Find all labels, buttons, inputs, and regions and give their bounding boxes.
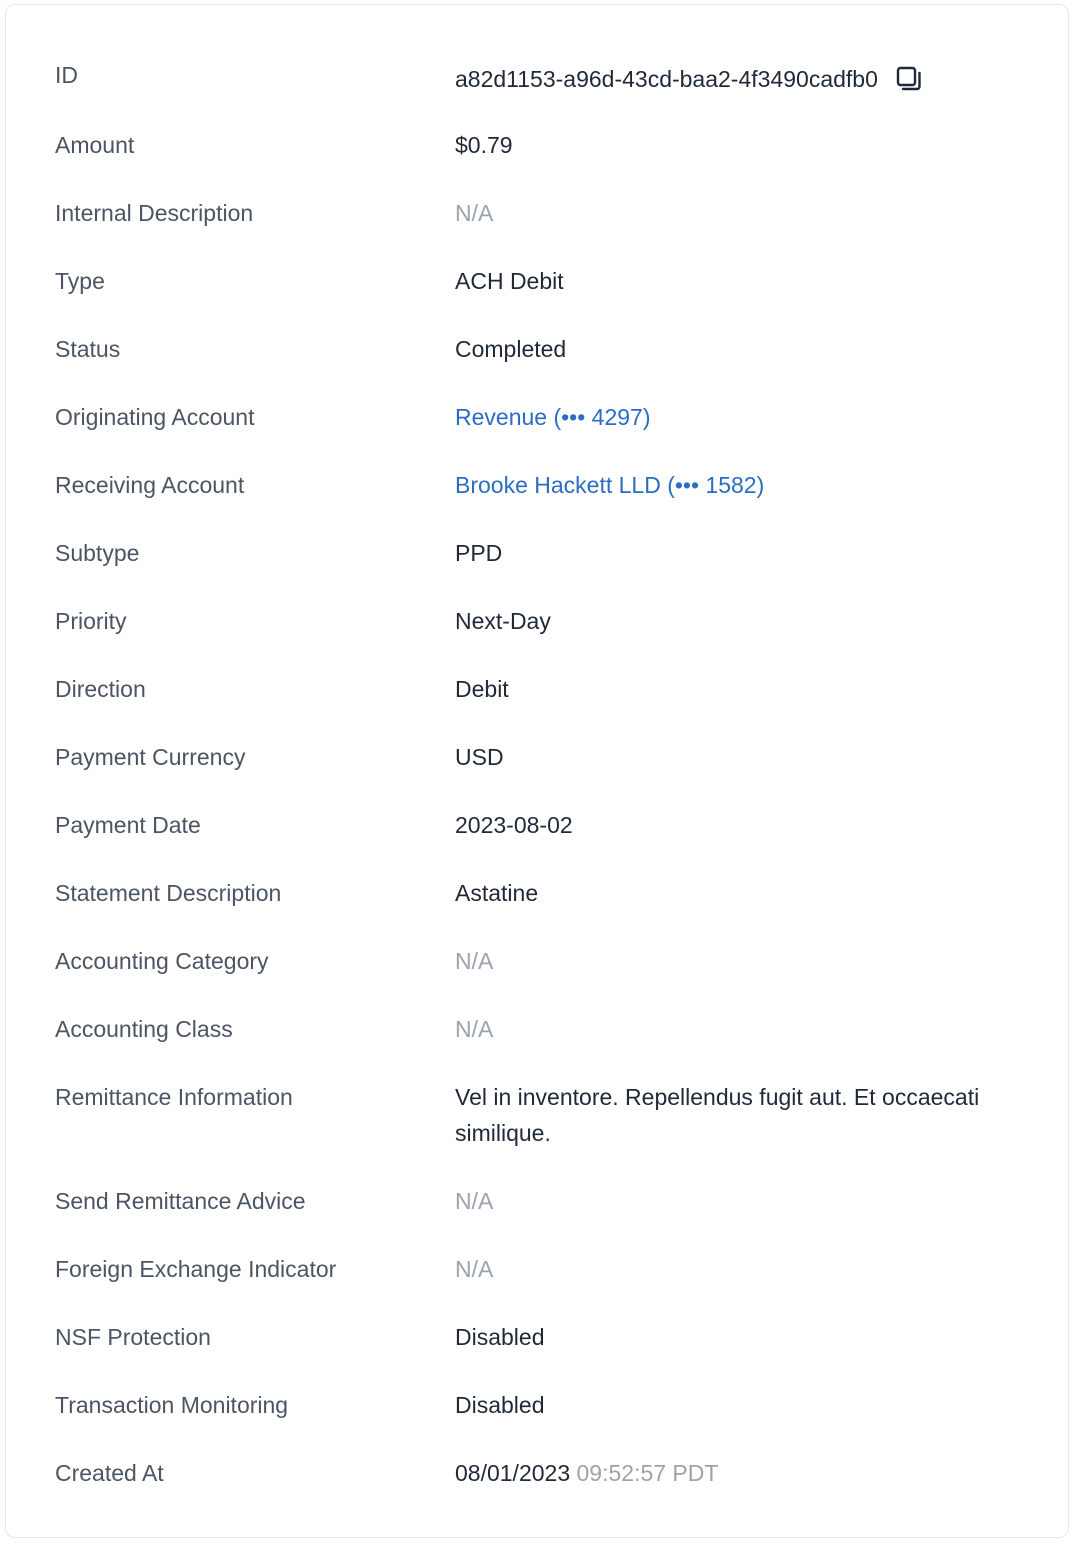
receiving-account-link[interactable]: Brooke Hackett LLD (••• 1582): [455, 467, 1035, 503]
field-label-created-at: Created At: [55, 1460, 164, 1486]
field-value-created-at: 08/01/2023 09:52:57 PDT: [455, 1455, 1035, 1491]
originating-account-link[interactable]: Revenue (••• 4297): [455, 399, 1035, 435]
field-label-type: Type: [55, 268, 105, 294]
field-label-originating-account: Originating Account: [55, 404, 255, 430]
field-label-id: ID: [55, 62, 78, 88]
field-value-statement-description: Astatine: [455, 880, 539, 906]
field-label-status: Status: [55, 336, 121, 362]
field-label-payment-date: Payment Date: [55, 812, 201, 838]
field-value-amount: $0.79: [455, 132, 513, 158]
field-label-direction: Direction: [55, 676, 146, 702]
field-value-accounting-category: N/A: [455, 948, 494, 974]
field-label-payment-currency: Payment Currency: [55, 744, 246, 770]
field-label-transaction-monitoring: Transaction Monitoring: [55, 1392, 289, 1418]
field-value-payment-currency: USD: [455, 744, 504, 770]
field-value-status: Completed: [455, 336, 567, 362]
field-label-send-remittance-advice: Send Remittance Advice: [55, 1188, 306, 1214]
field-value-priority: Next-Day: [455, 608, 551, 634]
field-label-nsf-protection: NSF Protection: [55, 1324, 211, 1350]
field-value-internal-description: N/A: [455, 200, 494, 226]
field-value-send-remittance-advice: N/A: [455, 1188, 494, 1214]
field-label-amount: Amount: [55, 132, 135, 158]
field-label-foreign-exchange-indicator: Foreign Exchange Indicator: [55, 1256, 337, 1282]
field-value-accounting-class: N/A: [455, 1016, 494, 1042]
field-value-transaction-monitoring: Disabled: [455, 1392, 545, 1418]
field-label-subtype: Subtype: [55, 540, 140, 566]
transaction-details-panel: ID a82d1153-a96d-43cd-baa2-4f3490cadfb0 …: [5, 4, 1069, 1538]
field-label-internal-description: Internal Description: [55, 200, 254, 226]
field-value-subtype: PPD: [455, 540, 503, 566]
field-value-remittance-information: Vel in inventore. Repellendus fugit aut.…: [455, 1084, 980, 1146]
field-value-nsf-protection: Disabled: [455, 1324, 545, 1350]
field-label-priority: Priority: [55, 608, 127, 634]
field-value-payment-date: 2023-08-02: [455, 812, 573, 838]
field-label-accounting-category: Accounting Category: [55, 948, 269, 974]
field-value-type: ACH Debit: [455, 268, 564, 294]
created-at-time: 09:52:57 PDT: [576, 1460, 719, 1486]
field-label-remittance-information: Remittance Information: [55, 1084, 293, 1110]
field-value-foreign-exchange-indicator: N/A: [455, 1256, 494, 1282]
field-value-id-wrap: a82d1153-a96d-43cd-baa2-4f3490cadfb0: [455, 61, 1035, 97]
field-value-id: a82d1153-a96d-43cd-baa2-4f3490cadfb0: [455, 66, 878, 92]
created-at-date: 08/01/2023: [455, 1460, 571, 1486]
field-label-accounting-class: Accounting Class: [55, 1016, 233, 1042]
field-label-receiving-account: Receiving Account: [55, 472, 245, 498]
copy-icon[interactable]: [894, 64, 924, 94]
field-value-direction: Debit: [455, 676, 509, 702]
field-label-statement-description: Statement Description: [55, 880, 282, 906]
